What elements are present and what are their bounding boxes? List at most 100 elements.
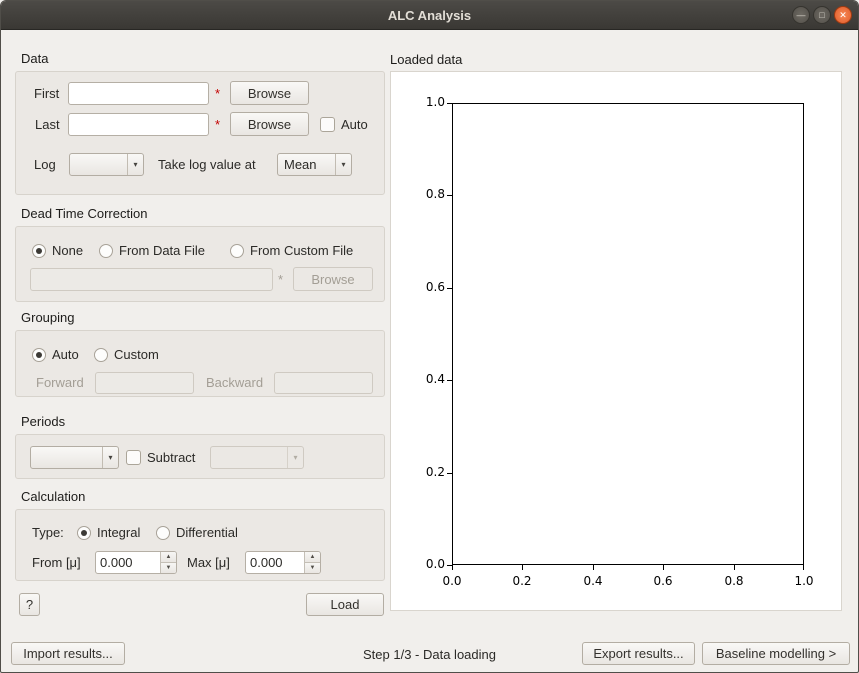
calculation-frame: Type: Integral Differential From [μ] ▲ ▼… xyxy=(15,509,385,581)
chevron-down-icon: ▾ xyxy=(287,447,303,468)
plot-axes xyxy=(452,103,804,565)
from-spinbox: ▲ ▼ xyxy=(95,551,177,574)
dead-time-browse-button: Browse xyxy=(293,267,373,291)
y-tick-label: 0.0 xyxy=(401,557,445,572)
x-tick-mark xyxy=(522,565,523,570)
dead-time-required-marker: * xyxy=(278,268,283,292)
dead-time-file-input xyxy=(30,268,273,291)
x-tick-label: 0.2 xyxy=(502,574,542,589)
period-combo[interactable]: ▾ xyxy=(30,446,119,469)
spin-up-icon: ▲ xyxy=(166,554,172,560)
y-tick-mark xyxy=(447,103,452,104)
type-differential-radio[interactable]: Differential xyxy=(156,521,238,544)
spin-up-button[interactable]: ▲ xyxy=(161,552,176,562)
x-tick-label: 0.4 xyxy=(573,574,613,589)
forward-label: Forward xyxy=(36,371,84,395)
spin-up-button[interactable]: ▲ xyxy=(305,552,320,562)
grouping-custom-radio[interactable]: Custom xyxy=(94,343,159,366)
forward-input xyxy=(95,372,194,394)
y-tick-mark xyxy=(447,288,452,289)
last-label: Last xyxy=(35,113,60,137)
dead-time-custom-file-label: From Custom File xyxy=(250,243,353,258)
subtract-checkbox-label: Subtract xyxy=(147,450,195,465)
last-browse-label: Browse xyxy=(248,117,291,132)
type-label: Type: xyxy=(32,521,64,545)
backward-label: Backward xyxy=(206,371,263,395)
x-tick-mark xyxy=(803,565,804,570)
spin-up-icon: ▲ xyxy=(310,554,316,560)
type-integral-label: Integral xyxy=(97,525,140,540)
last-required-marker: * xyxy=(215,113,220,137)
dead-time-browse-label: Browse xyxy=(311,272,354,287)
y-tick-label: 0.6 xyxy=(401,280,445,295)
y-tick-label: 0.8 xyxy=(401,187,445,202)
minimize-button[interactable]: — xyxy=(792,6,810,24)
close-button[interactable]: ✕ xyxy=(834,6,852,24)
auto-checkbox[interactable]: Auto xyxy=(320,113,368,136)
x-tick-mark xyxy=(452,565,453,570)
export-results-label: Export results... xyxy=(593,646,683,661)
first-run-input[interactable] xyxy=(68,82,209,105)
radio-selected-icon xyxy=(32,244,46,258)
baseline-modelling-label: Baseline modelling > xyxy=(716,646,836,661)
type-integral-radio[interactable]: Integral xyxy=(77,521,140,544)
first-browse-label: Browse xyxy=(248,86,291,101)
chevron-down-icon: ▾ xyxy=(127,154,143,175)
data-section-label: Data xyxy=(21,51,48,66)
first-label: First xyxy=(34,82,59,106)
y-tick-label: 1.0 xyxy=(401,95,445,110)
radio-icon xyxy=(94,348,108,362)
backward-input xyxy=(274,372,373,394)
dead-time-data-file-label: From Data File xyxy=(119,243,205,258)
y-tick-label: 0.4 xyxy=(401,372,445,387)
y-tick-mark xyxy=(447,473,452,474)
from-spin-input[interactable] xyxy=(96,552,160,573)
radio-selected-icon xyxy=(77,526,91,540)
dead-time-section-label: Dead Time Correction xyxy=(21,206,147,221)
load-button[interactable]: Load xyxy=(306,593,384,616)
help-button-label: ? xyxy=(26,597,33,612)
spin-down-button[interactable]: ▼ xyxy=(305,562,320,573)
spin-down-icon: ▼ xyxy=(310,565,316,571)
x-tick-mark xyxy=(663,565,664,570)
grouping-auto-radio[interactable]: Auto xyxy=(32,343,79,366)
export-results-button[interactable]: Export results... xyxy=(582,642,695,665)
y-tick-mark xyxy=(447,195,452,196)
dead-time-custom-file-radio[interactable]: From Custom File xyxy=(230,239,353,262)
data-frame: First * Browse Last * Browse Auto Log ▾ … xyxy=(15,71,385,195)
spin-down-button[interactable]: ▼ xyxy=(161,562,176,573)
baseline-modelling-button[interactable]: Baseline modelling > xyxy=(702,642,850,665)
dead-time-data-file-radio[interactable]: From Data File xyxy=(99,239,205,262)
auto-checkbox-label: Auto xyxy=(341,117,368,132)
radio-selected-icon xyxy=(32,348,46,362)
loaded-data-label: Loaded data xyxy=(390,52,462,67)
dead-time-none-radio[interactable]: None xyxy=(32,239,83,262)
grouping-section-label: Grouping xyxy=(21,310,74,325)
help-button[interactable]: ? xyxy=(19,593,40,616)
max-spin-input[interactable] xyxy=(246,552,304,573)
subtract-checkbox[interactable]: Subtract xyxy=(126,446,195,469)
chevron-down-icon: ▾ xyxy=(335,154,351,175)
x-tick-label: 0.6 xyxy=(643,574,683,589)
grouping-custom-label: Custom xyxy=(114,347,159,362)
first-browse-button[interactable]: Browse xyxy=(230,81,309,105)
take-log-combo[interactable]: Mean ▾ xyxy=(277,153,352,176)
spin-buttons: ▲ ▼ xyxy=(160,552,176,573)
window-controls: — □ ✕ xyxy=(792,6,852,24)
maximize-button[interactable]: □ xyxy=(813,6,831,24)
grouping-frame: Auto Custom Forward Backward xyxy=(15,330,385,397)
last-browse-button[interactable]: Browse xyxy=(230,112,309,136)
radio-icon xyxy=(156,526,170,540)
titlebar[interactable]: ALC Analysis — □ ✕ xyxy=(1,1,858,30)
dead-time-frame: None From Data File From Custom File * B… xyxy=(15,226,385,302)
x-tick-mark xyxy=(734,565,735,570)
log-combo[interactable]: ▾ xyxy=(69,153,144,176)
x-tick-label: 0.0 xyxy=(432,574,472,589)
last-run-input[interactable] xyxy=(68,113,209,136)
radio-icon xyxy=(230,244,244,258)
x-tick-label: 0.8 xyxy=(714,574,754,589)
y-tick-label: 0.2 xyxy=(401,465,445,480)
max-label: Max [μ] xyxy=(187,551,230,575)
grouping-auto-label: Auto xyxy=(52,347,79,362)
window-title: ALC Analysis xyxy=(388,8,471,23)
